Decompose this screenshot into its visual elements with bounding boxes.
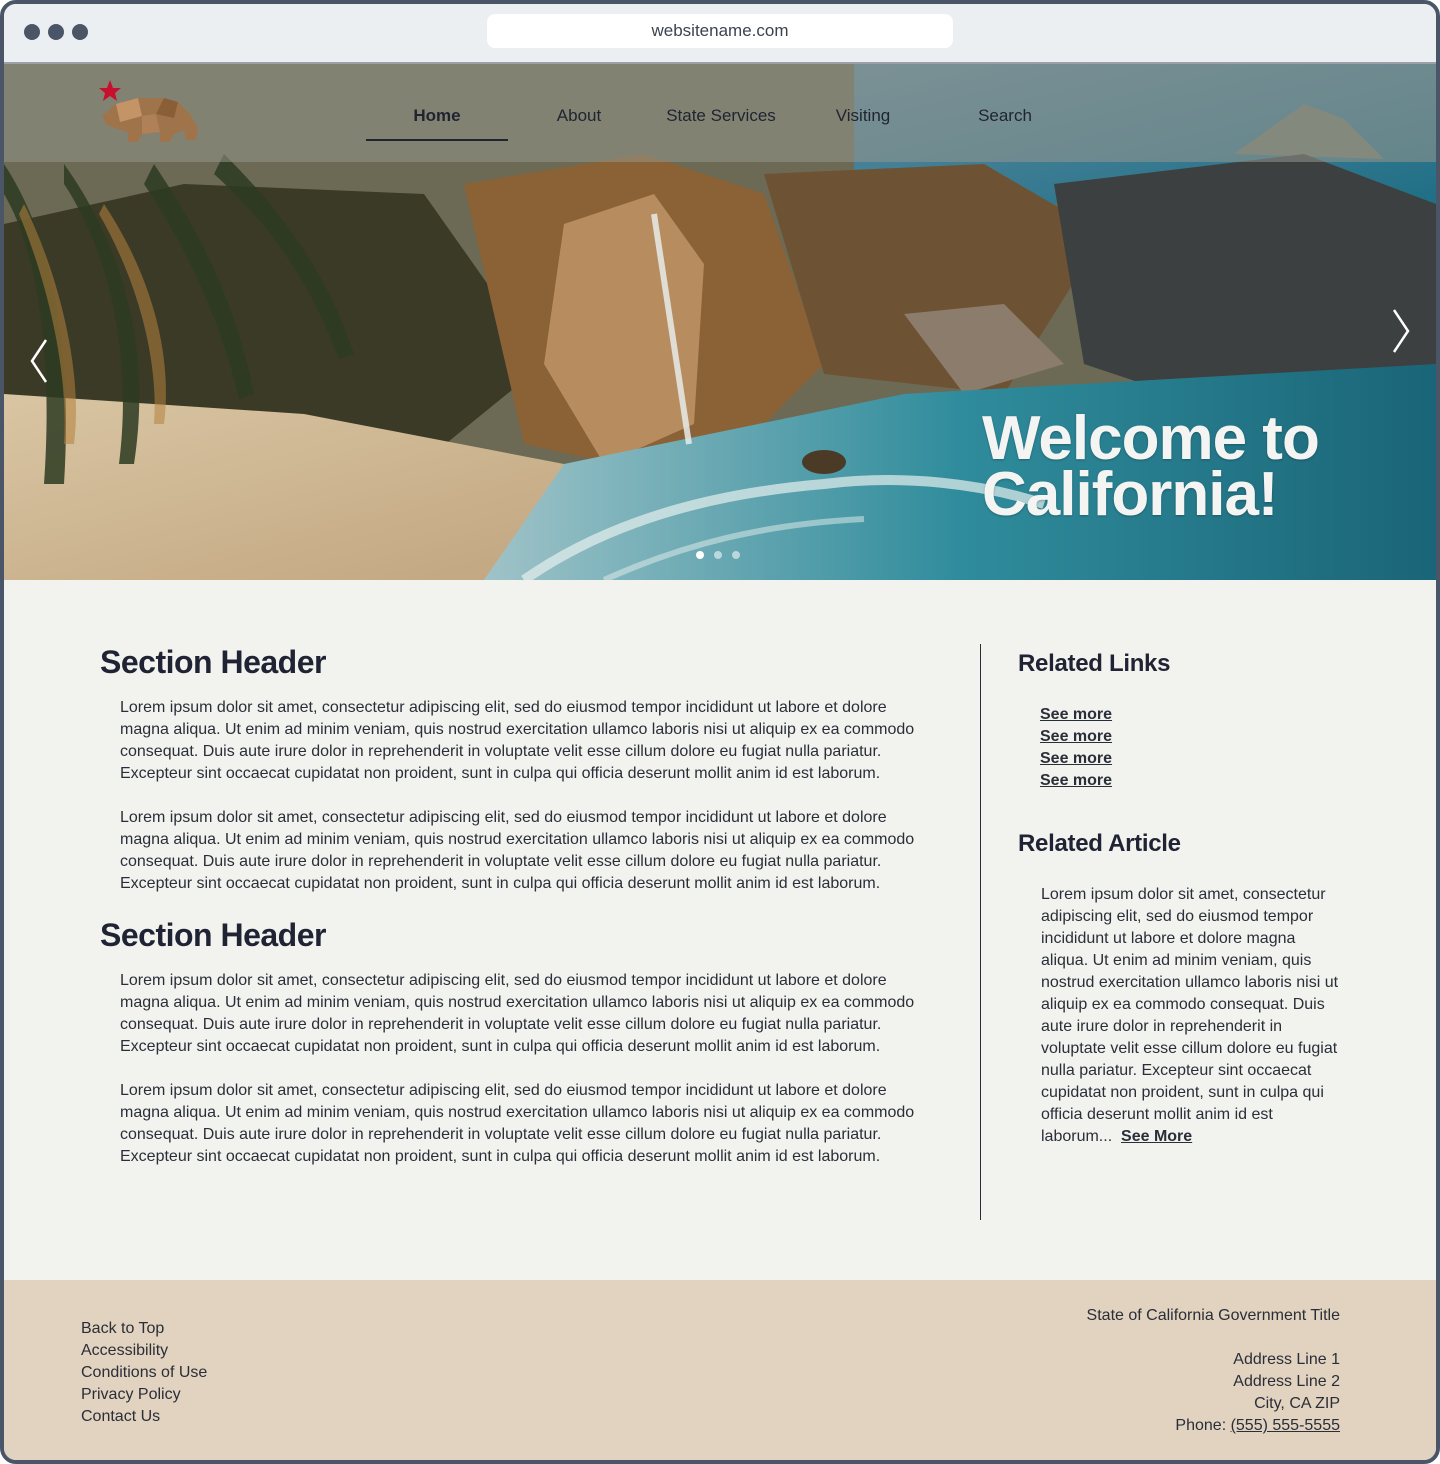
window-dot-icon[interactable] bbox=[48, 24, 64, 40]
conditions-of-use-link[interactable]: Conditions of Use bbox=[81, 1362, 207, 1384]
footer: Back to Top Accessibility Conditions of … bbox=[4, 1280, 1436, 1460]
section-header: Section Header bbox=[100, 917, 326, 953]
section-paragraph: Lorem ipsum dolor sit amet, consectetur … bbox=[120, 809, 915, 892]
browser-toolbar: websitename.com bbox=[4, 4, 1436, 64]
related-links-title: Related Links bbox=[1018, 650, 1171, 677]
section-paragraph: Lorem ipsum dolor sit amet, consectetur … bbox=[120, 699, 915, 782]
window-dot-icon[interactable] bbox=[24, 24, 40, 40]
sidebar: Related Links See more See more See more… bbox=[1018, 584, 1348, 1148]
carousel-indicators bbox=[696, 546, 750, 564]
address-bar[interactable]: websitename.com bbox=[487, 14, 953, 48]
hero-title-line2: California! bbox=[982, 460, 1279, 529]
address-line-1: Address Line 1 bbox=[1233, 1351, 1340, 1368]
back-to-top-link[interactable]: Back to Top bbox=[81, 1318, 207, 1340]
related-link[interactable]: See more bbox=[1040, 770, 1348, 792]
hero-title-line1: Welcome to bbox=[982, 404, 1320, 473]
browser-window: websitename.com Home About State Service… bbox=[0, 0, 1440, 1464]
see-more-link[interactable]: See More bbox=[1121, 1128, 1192, 1145]
related-article: Lorem ipsum dolor sit amet, consectetur … bbox=[1041, 884, 1341, 1148]
section-paragraph: Lorem ipsum dolor sit amet, consectetur … bbox=[120, 1082, 915, 1165]
section-paragraph: Lorem ipsum dolor sit amet, consectetur … bbox=[120, 972, 915, 1055]
address-line-2: Address Line 2 bbox=[1233, 1373, 1340, 1390]
related-article-text: Lorem ipsum dolor sit amet, consectetur … bbox=[1041, 886, 1339, 1145]
chevron-left-icon[interactable] bbox=[28, 338, 52, 384]
nav-search[interactable]: Search bbox=[934, 64, 1076, 162]
related-article-title: Related Article bbox=[1018, 830, 1181, 857]
footer-links: Back to Top Accessibility Conditions of … bbox=[81, 1318, 207, 1428]
star-icon bbox=[99, 80, 121, 101]
phone-link[interactable]: (555) 555-5555 bbox=[1231, 1417, 1340, 1434]
section-header: Section Header bbox=[100, 644, 326, 680]
hero-carousel: Home About State Services Visiting Searc… bbox=[4, 64, 1436, 580]
accessibility-link[interactable]: Accessibility bbox=[81, 1340, 207, 1362]
nav-state-services[interactable]: State Services bbox=[650, 64, 792, 162]
chevron-right-icon[interactable] bbox=[1388, 308, 1412, 354]
related-link[interactable]: See more bbox=[1040, 748, 1348, 770]
carousel-dot[interactable] bbox=[714, 551, 722, 559]
privacy-policy-link[interactable]: Privacy Policy bbox=[81, 1384, 207, 1406]
nav-about[interactable]: About bbox=[508, 64, 650, 162]
related-link[interactable]: See more bbox=[1040, 704, 1348, 726]
nav-visiting[interactable]: Visiting bbox=[792, 64, 934, 162]
main-content: Section Header Lorem ipsum dolor sit ame… bbox=[100, 584, 950, 1190]
column-divider bbox=[980, 644, 981, 1220]
phone-line: Phone: (555) 555-5555 bbox=[1087, 1415, 1340, 1437]
nav-home[interactable]: Home bbox=[366, 64, 508, 162]
carousel-dot[interactable] bbox=[732, 551, 740, 559]
bear-logo-icon[interactable] bbox=[98, 78, 204, 144]
contact-us-link[interactable]: Contact Us bbox=[81, 1406, 207, 1428]
carousel-dot[interactable] bbox=[696, 551, 704, 559]
nav-active-indicator bbox=[366, 139, 508, 141]
related-link[interactable]: See more bbox=[1040, 726, 1348, 748]
footer-contact: State of California Government Title Add… bbox=[1087, 1305, 1340, 1437]
window-dot-icon[interactable] bbox=[72, 24, 88, 40]
hero-title: Welcome to California! bbox=[982, 404, 1402, 529]
phone-label: Phone: bbox=[1175, 1417, 1231, 1434]
city-line: City, CA ZIP bbox=[1254, 1395, 1340, 1412]
org-title: State of California Government Title bbox=[1086, 1307, 1340, 1324]
